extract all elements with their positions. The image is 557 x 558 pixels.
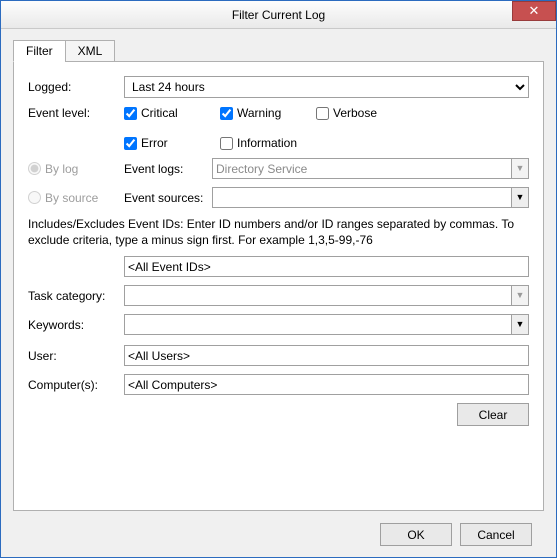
event-ids-input[interactable]	[124, 256, 529, 277]
radio-by-log-input	[28, 162, 41, 175]
check-verbose[interactable]: Verbose	[316, 106, 424, 120]
check-information-input[interactable]	[220, 137, 233, 150]
radio-by-source-label: By source	[45, 191, 98, 205]
keywords-combo[interactable]: ▼	[124, 314, 529, 335]
ok-button[interactable]: OK	[380, 523, 452, 546]
tab-filter[interactable]: Filter	[13, 40, 66, 62]
check-warning[interactable]: Warning	[220, 106, 316, 120]
label-event-sources: Event sources:	[124, 191, 212, 205]
label-event-logs: Event logs:	[124, 162, 212, 176]
tab-filter-label: Filter	[26, 44, 53, 58]
chevron-down-icon: ▼	[511, 158, 529, 179]
chevron-down-icon[interactable]: ▼	[511, 187, 529, 208]
radio-by-log: By log	[28, 162, 124, 176]
titlebar: Filter Current Log ✕	[1, 1, 556, 29]
cancel-button[interactable]: Cancel	[460, 523, 532, 546]
label-user: User:	[28, 349, 124, 363]
check-warning-input[interactable]	[220, 107, 233, 120]
event-level-group: Critical Warning Verbose Error	[124, 106, 529, 150]
dialog-footer: OK Cancel	[13, 511, 544, 546]
label-task-category: Task category:	[28, 289, 124, 303]
user-input[interactable]	[124, 345, 529, 366]
event-sources-combo[interactable]: ▼	[212, 187, 529, 208]
radio-by-source: By source	[28, 191, 124, 205]
radio-by-source-input	[28, 191, 41, 204]
check-warning-label: Warning	[237, 106, 281, 120]
computers-input[interactable]	[124, 374, 529, 395]
tab-xml-label: XML	[78, 44, 103, 58]
tab-xml[interactable]: XML	[65, 40, 116, 62]
event-logs-combo: ▼	[212, 158, 529, 179]
clear-button[interactable]: Clear	[457, 403, 529, 426]
task-category-combo: ▼	[124, 285, 529, 306]
label-event-level: Event level:	[28, 106, 124, 120]
check-critical-input[interactable]	[124, 107, 137, 120]
dialog-window: Filter Current Log ✕ Filter XML Logged: …	[0, 0, 557, 558]
check-error-label: Error	[141, 136, 168, 150]
tab-panel-filter: Logged: Last 24 hours Event level: Criti…	[13, 61, 544, 511]
label-computers: Computer(s):	[28, 378, 124, 392]
event-logs-input	[212, 158, 511, 179]
event-sources-input[interactable]	[212, 187, 511, 208]
radio-by-log-label: By log	[45, 162, 78, 176]
logged-select[interactable]: Last 24 hours	[124, 76, 529, 98]
check-information-label: Information	[237, 136, 297, 150]
check-critical[interactable]: Critical	[124, 106, 220, 120]
help-text: Includes/Excludes Event IDs: Enter ID nu…	[28, 216, 529, 248]
close-button[interactable]: ✕	[512, 1, 556, 21]
check-error[interactable]: Error	[124, 136, 220, 150]
label-logged: Logged:	[28, 80, 124, 94]
window-title: Filter Current Log	[232, 8, 325, 22]
content-area: Filter XML Logged: Last 24 hours Event l…	[1, 29, 556, 558]
task-category-input	[124, 285, 511, 306]
check-verbose-label: Verbose	[333, 106, 377, 120]
chevron-down-icon: ▼	[511, 285, 529, 306]
tabstrip: Filter XML	[13, 39, 544, 61]
label-keywords: Keywords:	[28, 318, 124, 332]
check-error-input[interactable]	[124, 137, 137, 150]
check-information[interactable]: Information	[220, 136, 328, 150]
check-critical-label: Critical	[141, 106, 178, 120]
keywords-input[interactable]	[124, 314, 511, 335]
close-icon: ✕	[529, 3, 540, 18]
chevron-down-icon[interactable]: ▼	[511, 314, 529, 335]
check-verbose-input[interactable]	[316, 107, 329, 120]
